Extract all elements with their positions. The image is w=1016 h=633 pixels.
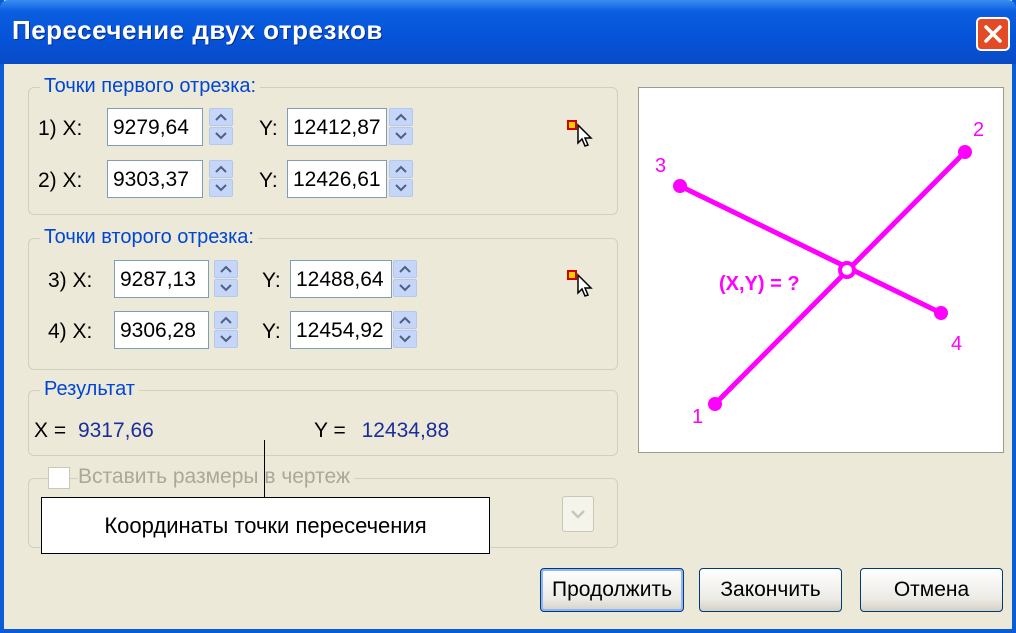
- point2-y-input[interactable]: 12426,61: [287, 160, 387, 198]
- point1-x-spinner[interactable]: [209, 108, 233, 146]
- point4-y-label: Y:: [262, 320, 281, 343]
- spin-up-icon[interactable]: [214, 311, 238, 329]
- point1-y-spinner[interactable]: [389, 108, 413, 146]
- close-button[interactable]: [976, 17, 1010, 51]
- point2-y-label: Y:: [259, 169, 278, 192]
- point4-x-input[interactable]: 9306,28: [114, 311, 209, 349]
- point-4-label: 4: [951, 333, 962, 355]
- chevron-down-icon: [571, 510, 585, 519]
- pick-segment1-button[interactable]: [566, 117, 596, 147]
- point4-y-input[interactable]: 12454,92: [290, 311, 392, 349]
- point1-x-input[interactable]: 9279,64: [107, 108, 203, 146]
- result-legend: Результат: [40, 378, 139, 401]
- point2-x-label: 2) X:: [38, 169, 83, 192]
- spin-down-icon[interactable]: [209, 179, 233, 197]
- insert-combo-dropdown[interactable]: [562, 496, 594, 532]
- point1-y-label: Y:: [259, 117, 278, 140]
- close-icon: [984, 25, 1002, 43]
- spin-up-icon[interactable]: [209, 108, 233, 126]
- callout-leader-line: [264, 440, 265, 498]
- intersection-marker: [838, 261, 856, 279]
- point-2-label: 2: [973, 119, 984, 141]
- point2-x-spinner[interactable]: [209, 160, 233, 198]
- segment2-group: [28, 238, 618, 370]
- diagram-panel: 1 2 3 4 (X,Y) = ?: [638, 87, 1004, 453]
- spin-up-icon[interactable]: [393, 311, 417, 329]
- point3-x-input[interactable]: 9287,13: [114, 260, 209, 298]
- point-1-label: 1: [692, 406, 703, 428]
- spin-up-icon[interactable]: [209, 160, 233, 178]
- segment1-legend: Точки первого отрезка:: [40, 75, 261, 98]
- spin-down-icon[interactable]: [393, 279, 417, 297]
- intersection-label: (X,Y) = ?: [719, 273, 800, 295]
- point3-x-label: 3) X:: [48, 269, 93, 292]
- point-3-marker: [673, 179, 687, 193]
- result-y-value: 12434,88: [361, 419, 450, 442]
- point-3-label: 3: [655, 155, 666, 177]
- result-x-label: X =: [34, 419, 67, 442]
- finish-button[interactable]: Закончить: [699, 568, 842, 612]
- point-1-marker: [708, 397, 722, 411]
- window-title: Пересечение двух отрезков: [12, 15, 383, 45]
- spin-down-icon[interactable]: [389, 127, 413, 145]
- spin-up-icon[interactable]: [389, 160, 413, 178]
- spin-down-icon[interactable]: [389, 179, 413, 197]
- point1-y-input[interactable]: 12412,87: [287, 108, 387, 146]
- point2-y-spinner[interactable]: [389, 160, 413, 198]
- spin-down-icon[interactable]: [214, 279, 238, 297]
- spin-down-icon[interactable]: [209, 127, 233, 145]
- spin-down-icon[interactable]: [393, 330, 417, 348]
- point2-x-input[interactable]: 9303,37: [107, 160, 203, 198]
- point1-x-label: 1) X:: [38, 117, 83, 140]
- callout-box: Координаты точки пересечения: [41, 497, 490, 554]
- dialog-window: Пересечение двух отрезков Точки первого …: [0, 0, 1016, 633]
- pick-point-icon: [567, 270, 593, 297]
- spin-up-icon[interactable]: [214, 260, 238, 278]
- result-x: X = 9317,66: [34, 419, 154, 443]
- pick-point-icon: [567, 120, 593, 147]
- title-bar[interactable]: Пересечение двух отрезков: [0, 0, 1016, 64]
- point-2-marker: [958, 145, 972, 159]
- point3-y-label: Y:: [262, 269, 281, 292]
- pick-segment2-button[interactable]: [566, 267, 596, 297]
- point4-x-spinner[interactable]: [214, 311, 238, 349]
- spin-up-icon[interactable]: [393, 260, 417, 278]
- segment2-legend: Точки второго отрезка:: [40, 226, 258, 249]
- point4-x-label: 4) X:: [48, 320, 93, 343]
- intersection-diagram: 1 2 3 4 (X,Y) = ?: [655, 119, 984, 428]
- cancel-button[interactable]: Отмена: [860, 568, 1003, 612]
- point-4-marker: [934, 306, 948, 320]
- result-x-value: 9317,66: [77, 419, 154, 442]
- result-y: Y = 12434,88: [314, 419, 449, 443]
- insert-dimensions-label: Вставить размеры в чертеж: [78, 465, 355, 489]
- spin-down-icon[interactable]: [214, 330, 238, 348]
- point3-y-spinner[interactable]: [393, 260, 417, 298]
- continue-button[interactable]: Продолжить: [540, 568, 684, 612]
- spin-up-icon[interactable]: [389, 108, 413, 126]
- point3-x-spinner[interactable]: [214, 260, 238, 298]
- insert-dimensions-checkbox[interactable]: [48, 467, 70, 489]
- point3-y-input[interactable]: 12488,64: [290, 260, 392, 298]
- result-y-label: Y =: [314, 419, 346, 442]
- point4-y-spinner[interactable]: [393, 311, 417, 349]
